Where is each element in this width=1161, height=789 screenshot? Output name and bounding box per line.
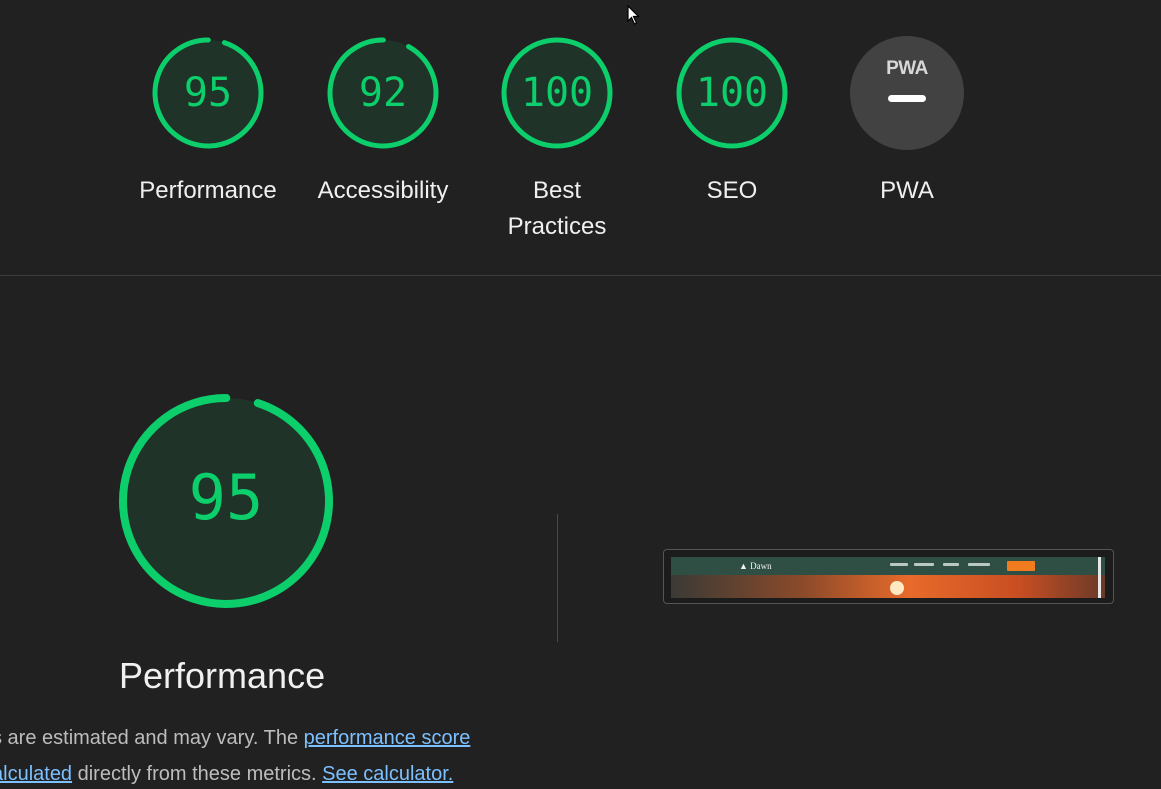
screenshot-nav-link (968, 563, 990, 566)
section-divider (0, 275, 1161, 276)
description-text: s are estimated and may vary. The (0, 727, 304, 749)
screenshot-nav: ▲ Dawn (671, 557, 1105, 575)
screenshot-scrollbar (1098, 557, 1101, 598)
screenshot-nav-link (890, 563, 908, 566)
vertical-divider (557, 514, 558, 642)
gauge-score: 100 (521, 70, 593, 116)
gauge-label: Accessibility (317, 177, 449, 204)
final-screenshot[interactable]: ▲ Dawn (663, 549, 1114, 604)
gauge-accessibility[interactable]: 92 Accessibility (303, 33, 463, 209)
performance-score: 95 (189, 461, 264, 534)
gauge-best-practices[interactable]: 100 Best Practices (477, 33, 637, 245)
performance-title: Performance (119, 655, 326, 696)
screenshot-logo: ▲ Dawn (739, 561, 772, 571)
performance-gauge-large: 95 (116, 391, 336, 616)
gauge-performance[interactable]: 95 Performance (128, 33, 288, 209)
screenshot-hero (671, 575, 1105, 598)
screenshot-site-name: Dawn (750, 561, 772, 571)
calculated-link[interactable]: alculated (0, 763, 72, 785)
pwa-logo-icon: PWA (886, 58, 929, 79)
gauge-label: Performance (139, 177, 277, 204)
screenshot-image: ▲ Dawn (671, 557, 1105, 598)
screenshot-nav-link (914, 563, 934, 566)
description-text: directly from these metrics. (72, 763, 323, 785)
lighthouse-report: 95 Performance 92 Accessibility 100 Best… (0, 0, 1161, 789)
pwa-dash-icon (888, 95, 926, 102)
gauge-ring: 100 (676, 37, 788, 149)
gauge-score: 92 (359, 70, 407, 116)
gauge-score: 100 (696, 70, 768, 116)
screenshot-nav-link (943, 563, 959, 566)
gauge-pwa[interactable]: PWA PWA (827, 33, 987, 209)
performance-score-link[interactable]: performance score (304, 727, 471, 749)
gauge-ring: 95 (119, 394, 333, 608)
gauge-label: Best Practices (507, 177, 607, 240)
mouse-pointer-icon (627, 5, 640, 25)
screenshot-cta-button (1007, 561, 1035, 571)
see-calculator-link[interactable]: See calculator. (322, 763, 453, 785)
gauge-ring: 95 (152, 37, 264, 149)
performance-description-line1: s are estimated and may vary. The perfor… (0, 720, 552, 756)
gauge-label: PWA (880, 177, 934, 204)
gauge-seo[interactable]: 100 SEO (652, 33, 812, 209)
gauge-label: SEO (706, 177, 758, 204)
gauge-score: 95 (184, 70, 232, 116)
gauge-ring: 100 (501, 37, 613, 149)
pwa-badge: PWA (850, 36, 964, 150)
performance-description-line2: alculated directly from these metrics. S… (0, 756, 552, 789)
screenshot-sun (890, 581, 904, 595)
gauge-ring: 92 (327, 37, 439, 149)
